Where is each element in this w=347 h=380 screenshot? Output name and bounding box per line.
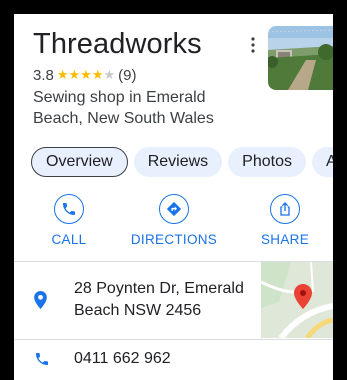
directions-button[interactable]: DIRECTIONS <box>129 194 219 247</box>
rating-stars: ★★★★★ <box>57 67 115 83</box>
tab-photos[interactable]: Photos <box>228 147 306 177</box>
star-icon: ★ <box>80 67 92 82</box>
more-options-icon[interactable] <box>250 36 256 54</box>
share-circle[interactable] <box>270 194 300 224</box>
phone-number: 0411 662 962 <box>74 350 171 367</box>
directions-circle[interactable] <box>159 194 189 224</box>
tab-reviews[interactable]: Reviews <box>133 147 223 177</box>
phone-row[interactable]: 0411 662 962 <box>14 340 333 380</box>
action-bar: CALL DIRECTIONS SHARE <box>14 194 333 264</box>
directions-label: DIRECTIONS <box>130 232 218 247</box>
phone-icon <box>36 353 48 365</box>
place-description: Sewing shop in Emerald Beach, New South … <box>33 89 214 127</box>
star-icon: ★ <box>91 67 104 82</box>
address-row[interactable]: 28 Poynten Dr, Emerald Beach NSW 2456 <box>14 262 333 338</box>
call-circle[interactable] <box>54 194 84 224</box>
share-button[interactable]: SHARE <box>240 194 330 247</box>
place-card: Threadworks 3.8 ★★★★★ (9) Sewing shop in… <box>14 14 333 380</box>
address-text: 28 Poynten Dr, Emerald Beach NSW 2456 <box>74 280 244 319</box>
rating-row[interactable]: 3.8 ★★★★★ (9) <box>33 66 136 84</box>
call-button[interactable]: CALL <box>24 194 114 247</box>
tab-about[interactable]: A <box>311 147 333 177</box>
star-icon: ★ <box>68 67 81 82</box>
call-label: CALL <box>51 232 87 247</box>
location-pin-icon <box>34 291 47 309</box>
share-icon <box>280 202 290 216</box>
directions-icon <box>166 201 182 217</box>
rating-value: 3.8 <box>33 66 54 84</box>
phone-icon <box>63 203 75 215</box>
place-photo-thumbnail[interactable] <box>268 26 333 90</box>
place-title: Threadworks <box>33 28 202 60</box>
tab-overview[interactable]: Overview <box>31 147 128 177</box>
map-thumbnail[interactable] <box>261 262 333 338</box>
share-label: SHARE <box>260 232 309 247</box>
star-icon: ★ <box>56 67 69 82</box>
tab-bar: Overview Reviews Photos A <box>31 147 333 181</box>
star-empty-icon: ★ <box>103 67 116 82</box>
review-count: (9) <box>118 66 137 84</box>
